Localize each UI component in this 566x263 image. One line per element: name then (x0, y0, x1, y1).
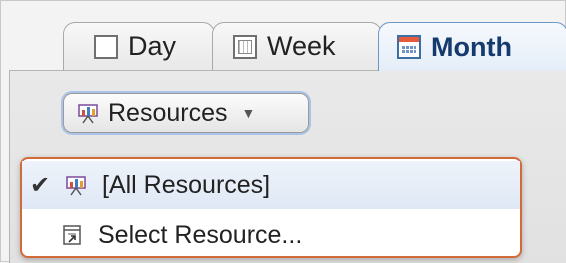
resources-button-label: Resources (108, 98, 228, 127)
tab-month[interactable]: Month (378, 22, 566, 71)
menu-item-label: [All Resources] (102, 170, 271, 199)
tab-day[interactable]: Day (63, 22, 215, 70)
dropdown-caret-icon: ▼ (241, 105, 256, 121)
checkmark-icon: ✔ (29, 171, 51, 199)
week-calendar-icon (233, 34, 257, 59)
menu-item-label: Select Resource... (98, 220, 303, 249)
tab-day-label: Day (128, 31, 177, 61)
menu-item-all-resources[interactable]: ✔ [All Resources] (22, 161, 520, 209)
select-resource-icon (63, 225, 81, 245)
resources-dropdown-button[interactable]: Resources ▼ (63, 93, 309, 133)
month-calendar-icon (397, 35, 421, 59)
resources-menu: ✔ [All Resources] Select Resource... (20, 157, 522, 258)
tab-month-label: Month (431, 31, 512, 62)
resources-icon (66, 176, 86, 196)
resources-icon (78, 104, 98, 124)
tab-week-label: Week (267, 31, 336, 61)
tab-week[interactable]: Week (212, 22, 382, 70)
menu-item-select-resource[interactable]: Select Resource... (22, 211, 520, 259)
day-calendar-icon (94, 34, 118, 59)
